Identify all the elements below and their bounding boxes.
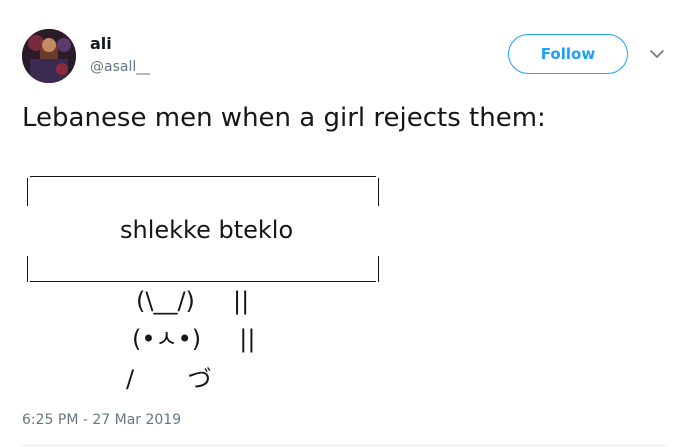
chevron-down-icon[interactable] [649, 48, 665, 60]
sign-left-border-top [27, 178, 28, 206]
avatar[interactable] [22, 29, 76, 83]
tweet-timestamp[interactable]: 6:25 PM - 27 Mar 2019 [22, 411, 181, 429]
tweet-text: Lebanese men when a girl rejects them: [22, 103, 546, 133]
sign-right-border-top [378, 178, 379, 206]
bunny-face-row: (•ㅅ•) || [132, 325, 256, 353]
user-handle[interactable]: @asall__ [90, 58, 150, 76]
bunny-ears-row: (\__/) || [136, 287, 250, 315]
display-name[interactable]: ali [90, 34, 112, 54]
sign-top-border [30, 176, 376, 177]
sign-left-border-bottom [27, 256, 28, 282]
follow-button[interactable]: Follow [508, 34, 628, 74]
divider [22, 445, 667, 446]
bunny-body-row: / づ [126, 365, 212, 393]
sign-right-border-bottom [378, 256, 379, 282]
avatar-image [22, 29, 76, 83]
sign-text: shlekke bteklo [120, 216, 294, 244]
sign-bottom-border [30, 281, 376, 282]
